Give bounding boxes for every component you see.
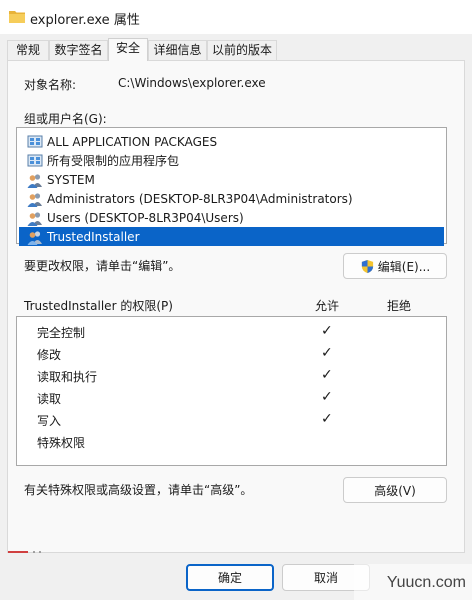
group-item-label: Administrators (DESKTOP-8LR3P04\Administ… [47,191,353,206]
permission-row-read: 读取 ✓ [17,387,446,409]
permissions-list: 完全控制 ✓ 修改 ✓ 读取和执行 ✓ 读取 ✓ 写入 ✓ 特殊权限 [16,316,447,466]
permission-name: 修改 [37,348,62,362]
group-item-system[interactable]: SYSTEM [19,170,444,189]
permission-row-special: 特殊权限 [17,431,446,453]
permissions-label: TrustedInstaller 的权限(P) [24,299,173,313]
users-icon [27,173,42,188]
edit-button[interactable]: 编辑(E)... [343,253,447,279]
group-item-label: Users (DESKTOP-8LR3P04\Users) [47,210,244,225]
folder-icon [9,11,25,23]
group-item-label: TrustedInstaller [47,229,140,244]
edit-button-label: 编辑(E)... [377,259,431,274]
edit-hint: 要更改权限，请单击“编辑”。 [24,259,181,273]
group-item-users[interactable]: Users (DESKTOP-8LR3P04\Users) [19,208,444,227]
permission-row-write: 写入 ✓ [17,409,446,431]
app-packages-icon [27,154,43,166]
tab-bar: 常规 数字签名 安全 详细信息 以前的版本 [0,38,472,61]
permission-name: 特殊权限 [37,436,86,450]
permission-row-modify: 修改 ✓ [17,343,446,365]
group-item-label: ALL APPLICATION PACKAGES [47,134,218,149]
permission-name: 读取和执行 [37,370,98,384]
users-icon [27,192,42,207]
advanced-hint: 有关特殊权限或高级设置，请单击“高级”。 [24,483,253,497]
allow-check-icon: ✓ [321,345,333,361]
object-name-label: 对象名称: [24,78,77,92]
group-item-restricted-app-packages[interactable]: 所有受限制的应用程序包 [19,151,444,170]
tab-general[interactable]: 常规 [7,40,49,60]
allow-check-icon: ✓ [321,389,333,405]
group-item-label: 所有受限制的应用程序包 [47,154,180,168]
tab-security[interactable]: 安全 [108,38,148,61]
group-item-trustedinstaller[interactable]: TrustedInstaller [19,227,444,246]
permission-name: 完全控制 [37,326,86,340]
users-icon [27,211,42,226]
ok-button[interactable]: 确定 [186,564,274,591]
users-icon [27,230,42,245]
tab-previous-versions[interactable]: 以前的版本 [207,40,277,60]
allow-check-icon: ✓ [321,411,333,427]
group-item-label: SYSTEM [47,172,95,187]
groups-label: 组或用户名(G): [24,112,107,126]
uac-shield-icon [361,259,373,273]
permission-row-full-control: 完全控制 ✓ [17,321,446,343]
group-item-all-app-packages[interactable]: ALL APPLICATION PACKAGES [19,132,444,151]
watermark-text: Yuucn.com [386,574,466,591]
title-bar: explorer.exe 属性 [0,0,472,34]
tab-details[interactable]: 详细信息 [148,40,207,60]
deny-column-header: 拒绝 [387,299,412,313]
allow-check-icon: ✓ [321,367,333,383]
permission-row-read-execute: 读取和执行 ✓ [17,365,446,387]
divider-decoration [8,551,41,553]
permission-name: 写入 [37,414,62,428]
advanced-button[interactable]: 高级(V) [343,477,447,503]
allow-column-header: 允许 [315,299,340,313]
window-title: explorer.exe 属性 [30,13,140,28]
tab-digital-signatures[interactable]: 数字签名 [49,40,108,60]
allow-check-icon: ✓ [321,323,333,339]
permission-name: 读取 [37,392,62,406]
groups-listbox[interactable]: ALL APPLICATION PACKAGES 所有受限制的应用程序包 SYS… [16,127,447,246]
group-item-administrators[interactable]: Administrators (DESKTOP-8LR3P04\Administ… [19,189,444,208]
object-name-value: C:\Windows\explorer.exe [118,76,266,90]
app-packages-icon [27,135,43,147]
